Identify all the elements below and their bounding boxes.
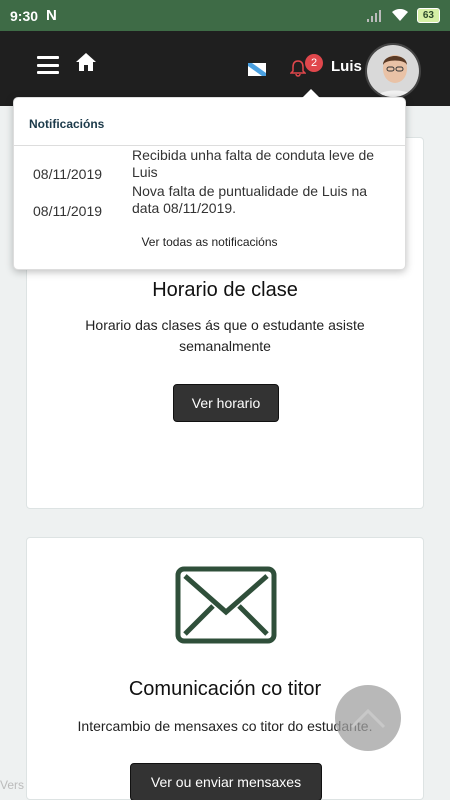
- view-schedule-button[interactable]: Ver horario: [173, 384, 279, 422]
- view-messages-button[interactable]: Ver ou enviar mensaxes: [130, 763, 322, 800]
- user-name[interactable]: Luis: [331, 58, 362, 75]
- avatar[interactable]: [365, 43, 421, 99]
- app-bar: 2 Luis: [0, 31, 450, 106]
- notification-item[interactable]: 08/11/2019 Recibida unha falta de condut…: [14, 147, 405, 182]
- version-label: Vers: [0, 778, 25, 792]
- notification-date: 08/11/2019: [33, 203, 103, 219]
- envelope-icon: [175, 566, 277, 644]
- notifications-dropdown: Notificacións 08/11/2019 Recibida unha f…: [13, 89, 406, 270]
- battery-icon: 63: [416, 8, 440, 23]
- scroll-top-button[interactable]: [335, 685, 401, 751]
- status-bar: 9:30 N 63: [0, 0, 450, 31]
- see-all-notifications-link[interactable]: Ver todas as notificacións: [14, 235, 405, 249]
- schedule-title: Horario de clase: [152, 279, 298, 301]
- notification-message: Nova falta de puntualidade de Luis na da…: [132, 183, 368, 216]
- menu-icon[interactable]: [37, 56, 59, 74]
- galician-flag-icon[interactable]: [248, 63, 266, 76]
- signal-icon: [366, 9, 381, 22]
- status-icons: 63: [366, 8, 440, 23]
- n-notification-icon: N: [46, 7, 57, 24]
- notification-message: Recibida unha falta de conduta leve de L…: [132, 147, 375, 180]
- bell-icon[interactable]: [290, 59, 306, 77]
- notification-count-badge: 2: [305, 54, 323, 72]
- notification-date: 08/11/2019: [33, 166, 103, 182]
- chevron-up-icon: [350, 708, 386, 729]
- wifi-icon: [391, 9, 408, 21]
- divider: [14, 145, 405, 146]
- status-time: 9:30: [10, 7, 39, 24]
- notifications-title: Notificacións: [29, 117, 105, 131]
- home-icon[interactable]: [75, 51, 97, 73]
- dropdown-caret: [301, 89, 321, 99]
- schedule-description: Horario das clases ás que o estudante as…: [85, 317, 365, 354]
- messages-card: Comunicación co titor Intercambio de men…: [26, 537, 424, 800]
- notification-item[interactable]: 08/11/2019 Nova falta de puntualidade de…: [14, 183, 405, 219]
